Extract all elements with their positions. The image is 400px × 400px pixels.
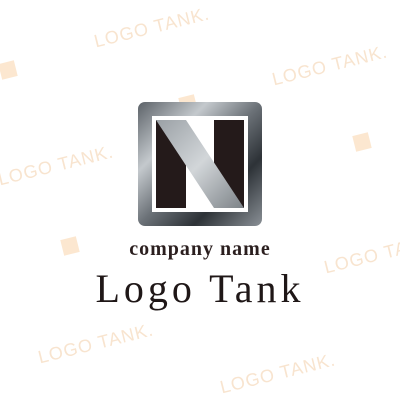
watermark-square-icon: [352, 132, 372, 152]
company-name: company name: [129, 238, 271, 260]
watermark-square-icon: [0, 60, 18, 80]
watermark-text: LOGO TANK.: [36, 319, 156, 368]
watermark-text: LOGO TANK.: [92, 3, 212, 52]
watermark-text: LOGO TANK.: [270, 41, 390, 90]
watermark-text: LOGO TANK.: [0, 141, 116, 190]
brand-name: Logo Tank: [95, 266, 305, 311]
logo-canvas: LOGO TANK. LOGO TANK. LOGO TANK. LOGO TA…: [0, 0, 400, 400]
letter-n-in-metal-square-icon: [138, 102, 262, 226]
watermark-text: LOGO TANK.: [218, 349, 338, 398]
